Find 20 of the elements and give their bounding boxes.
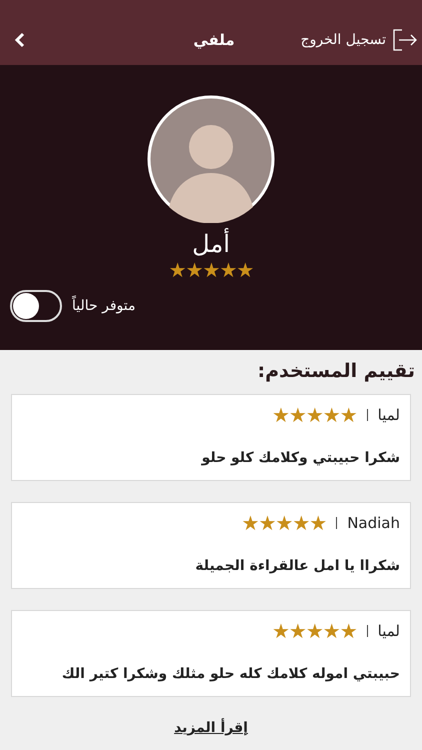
star-rating: ★ ★ ★ ★ ★	[272, 403, 357, 427]
review-author: لميا	[378, 406, 400, 424]
logout-icon[interactable]	[392, 28, 418, 52]
profile-name: أمل	[192, 229, 230, 260]
back-chevron-icon[interactable]	[14, 32, 26, 48]
review-text: شكرا حبيبتي وكلامك كلو حلو	[200, 450, 400, 468]
star-rating: ★ ★ ★ ★ ★	[242, 511, 326, 535]
logout-link[interactable]: تسجيل الخروج	[300, 32, 386, 48]
page-title: ملفي	[193, 30, 235, 48]
star-rating: ★ ★ ★ ★ ★	[168, 260, 254, 280]
review-text: شكراا يا امل عالقراءة الجميلة	[194, 558, 400, 576]
review-author: Nadiah	[347, 514, 400, 532]
availability-label: متوفر حالياً	[72, 298, 136, 314]
review-text: حبيبتي اموله كلامك كله حلو مثلك وشكرا كتير الك	[60, 666, 400, 684]
read-more-link[interactable]: إقرأ المزيد	[174, 720, 248, 736]
section-heading: تقييم المستخدم:	[256, 360, 415, 382]
review-author: لميا	[378, 622, 400, 640]
star-rating: ★ ★ ★ ★ ★	[272, 619, 357, 643]
availability-toggle[interactable]	[10, 290, 62, 322]
avatar-icon	[147, 95, 275, 223]
